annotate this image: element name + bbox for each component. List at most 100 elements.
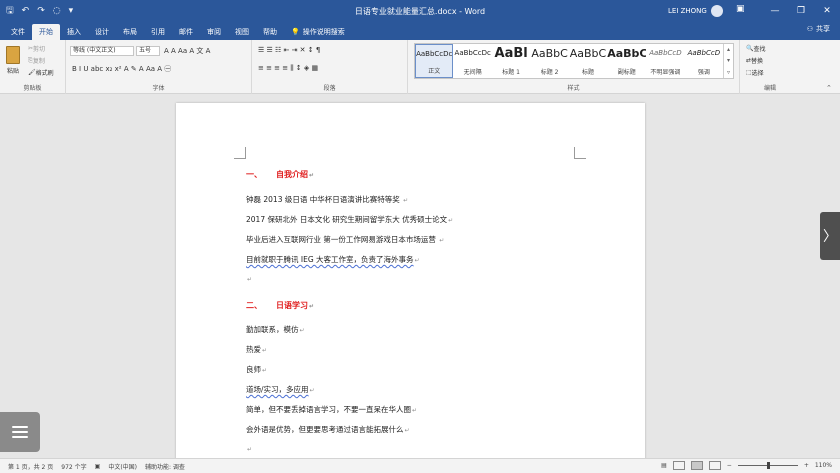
doc-paragraph[interactable]: 简单，但不要丢掉语言学习，不要一直呆在华人圈↵ [246, 404, 417, 415]
paste-label: 粘贴 [6, 68, 19, 75]
tab-layout[interactable]: 布局 [116, 24, 144, 40]
heading-japanese-study[interactable]: 二、 日语学习↵ [246, 300, 314, 311]
tab-design[interactable]: 设计 [88, 24, 116, 40]
read-mode-button[interactable] [672, 461, 685, 470]
paragraph-text: 目前就职于腾讯 IEG 大客工作室，负责了海外事务 [246, 255, 414, 264]
heading-self-intro[interactable]: 一、 自我介绍↵ [246, 169, 314, 180]
page-count[interactable]: 第 1 页，共 2 页 [8, 462, 53, 471]
word-count[interactable]: 972 个字 [61, 462, 86, 471]
cut-button[interactable]: ✂ 剪切 [28, 44, 45, 53]
minimize-button[interactable]: — [762, 0, 788, 22]
side-panel-toggle[interactable]: 〉 [820, 212, 840, 260]
accessibility-status[interactable]: 辅助功能: 调查 [145, 462, 185, 471]
zoom-slider[interactable] [737, 462, 798, 469]
empty-paragraph[interactable]: ↵ [246, 274, 252, 283]
doc-paragraph[interactable]: 良师↵ [246, 364, 267, 375]
web-layout-button[interactable] [708, 461, 721, 470]
ribbon-display-options-icon[interactable]: ▣ [736, 4, 745, 14]
document-page[interactable]: 一、 自我介绍↵ 钟磊 2013 级日语 中华杯日语演讲比赛特等奖 ↵ 2017 … [176, 103, 645, 458]
tab-help[interactable]: 帮助 [256, 24, 284, 40]
format-painter-button[interactable]: 🖌 格式刷 [28, 68, 54, 77]
find-button[interactable]: 🔍 查找 [746, 44, 766, 53]
paragraph-mark: ↵ [439, 237, 445, 244]
font-tools-row1[interactable]: A A Aa A 文 A [164, 46, 210, 56]
style-normal[interactable]: AaBbCcDc 正文 [415, 44, 454, 78]
save-icon[interactable]: 🖫 [6, 3, 14, 19]
paragraph-group: ☰ ☰ ☷ ⇤ ⇥ ✕ ↕ ¶ ≡ ≡ ≡ ≡ ⫼ ↕ ◈ ▦ 段落 [252, 40, 408, 94]
doc-paragraph[interactable]: 钟磊 2013 级日语 中华杯日语演讲比赛特等奖 ↵ [246, 194, 408, 205]
language[interactable]: 中文(中国) [108, 462, 137, 471]
maximize-button[interactable]: ❐ [788, 0, 814, 22]
tab-mailings[interactable]: 邮件 [172, 24, 200, 40]
doc-paragraph[interactable]: 毕业后进入互联网行业 第一份工作网易游戏日本市场运营 ↵ [246, 234, 444, 245]
tab-view[interactable]: 视图 [228, 24, 256, 40]
replace-button[interactable]: ⇄ 替换 [746, 56, 763, 65]
floating-menu-button[interactable] [0, 412, 40, 452]
style-heading-2[interactable]: AaBbC 标题 2 [530, 44, 568, 78]
paragraph-tools-row1[interactable]: ☰ ☰ ☷ ⇤ ⇥ ✕ ↕ ¶ [258, 46, 320, 54]
share-button[interactable]: ⚇ 共享 [807, 24, 830, 34]
paste-icon [6, 46, 20, 64]
close-button[interactable]: ✕ [814, 0, 840, 22]
autosave-icon[interactable]: ◌ [53, 6, 61, 16]
title-bar: 🖫 ↶ ↷ ◌ ▾ 日语专业就业能量汇总.docx - Word LEI ZHO… [0, 0, 840, 22]
zoom-in-button[interactable]: + [804, 462, 809, 469]
focus-icon[interactable]: ▤ [661, 462, 667, 469]
styles-gallery-scroll[interactable]: ▴ ▾ ▿ [723, 44, 733, 78]
chevron-down-icon[interactable]: ▾ [727, 57, 730, 64]
paragraph-mark: ↵ [412, 407, 418, 414]
person-icon: ⚇ [806, 25, 813, 33]
zoom-slider-thumb[interactable] [767, 462, 771, 469]
paragraph-mark: ↵ [414, 257, 420, 264]
paste-button[interactable]: 粘贴 [6, 46, 20, 75]
document-workspace[interactable]: 一、 自我介绍↵ 钟磊 2013 级日语 中华杯日语演讲比赛特等奖 ↵ 2017 … [0, 94, 840, 458]
ribbon: 粘贴 ✂ 剪切 ⎘ 复制 🖌 格式刷 剪贴板 等线 (中文正文) 五号 A A … [0, 40, 840, 94]
print-layout-button[interactable] [690, 461, 703, 470]
paragraph-tools-row2[interactable]: ≡ ≡ ≡ ≡ ⫼ ↕ ◈ ▦ [258, 64, 318, 73]
doc-paragraph[interactable]: 道场/实习，多应用↵ [246, 384, 315, 395]
tab-review[interactable]: 审阅 [200, 24, 228, 40]
tab-home[interactable]: 开始 [32, 24, 60, 40]
avatar[interactable] [710, 5, 723, 17]
paragraph-mark: ↵ [262, 347, 268, 354]
tab-references[interactable]: 引用 [144, 24, 172, 40]
style-no-spacing[interactable]: AaBbCcDc 无间隔 [453, 44, 491, 78]
doc-paragraph[interactable]: 2017 保研北外 日本文化 研究生期间留学东大 优秀硕士论文↵ [246, 214, 453, 225]
doc-paragraph[interactable]: 勤加联系，模仿↵ [246, 324, 305, 335]
clipboard-group: 粘贴 ✂ 剪切 ⎘ 复制 🖌 格式刷 剪贴板 [0, 40, 66, 94]
style-title[interactable]: AaBbC 标题 [569, 44, 607, 78]
ribbon-tabs: 文件 开始 插入 设计 布局 引用 邮件 审阅 视图 帮助 💡 操作说明搜索 ⚇… [0, 22, 840, 40]
doc-paragraph[interactable]: 热爱↵ [246, 344, 267, 355]
paragraph-text: 会外语是优势，但更要思考通过语言能拓展什么 [246, 425, 404, 434]
margin-corner-top-right [574, 147, 586, 159]
tell-me-search[interactable]: 💡 操作说明搜索 [284, 24, 352, 40]
proofing-icon[interactable]: ▣ [95, 463, 101, 470]
doc-paragraph[interactable]: 会外语是优势，但更要思考通过语言能拓展什么↵ [246, 424, 410, 435]
format-painter-label: 格式刷 [35, 70, 54, 77]
style-heading-1[interactable]: AaBl 标题 1 [492, 44, 530, 78]
collapse-ribbon-icon[interactable]: ⌃ [826, 84, 832, 92]
clipboard-group-label: 剪贴板 [23, 85, 42, 92]
empty-paragraph[interactable]: ↵ [246, 444, 252, 453]
font-name-select[interactable]: 等线 (中文正文) [70, 46, 134, 56]
user-account[interactable]: LEI ZHONG [668, 5, 723, 17]
customize-qat-icon[interactable]: ▾ [69, 6, 74, 16]
undo-icon[interactable]: ↶ [22, 6, 30, 16]
copy-button[interactable]: ⎘ 复制 [28, 56, 45, 66]
style-subtitle[interactable]: AaBbC 副标题 [607, 44, 646, 78]
tab-insert[interactable]: 插入 [60, 24, 88, 40]
font-size-select[interactable]: 五号 [136, 46, 160, 56]
paragraph-text: 简单，但不要丢掉语言学习，不要一直呆在华人圈 [246, 405, 411, 414]
redo-icon[interactable]: ↷ [37, 6, 45, 16]
style-emphasis[interactable]: AaBbCcD 强调 [685, 44, 723, 78]
style-subtle-emphasis[interactable]: AaBbCcD 不明显强调 [646, 44, 684, 78]
chevron-up-icon[interactable]: ▴ [727, 46, 730, 53]
more-styles-icon[interactable]: ▿ [727, 69, 730, 76]
zoom-out-button[interactable]: − [727, 462, 732, 469]
zoom-level[interactable]: 110% [815, 462, 832, 469]
select-button[interactable]: ⬚ 选择 [746, 68, 764, 77]
font-tools-row2[interactable]: B I U abc x₂ x² A ✎ A Aa A ㊀ [72, 64, 171, 74]
doc-paragraph[interactable]: 目前就职于腾讯 IEG 大客工作室，负责了海外事务↵ [246, 254, 420, 265]
tab-file[interactable]: 文件 [4, 24, 32, 40]
paragraph-text: 毕业后进入互联网行业 第一份工作网易游戏日本市场运营 [246, 235, 439, 244]
